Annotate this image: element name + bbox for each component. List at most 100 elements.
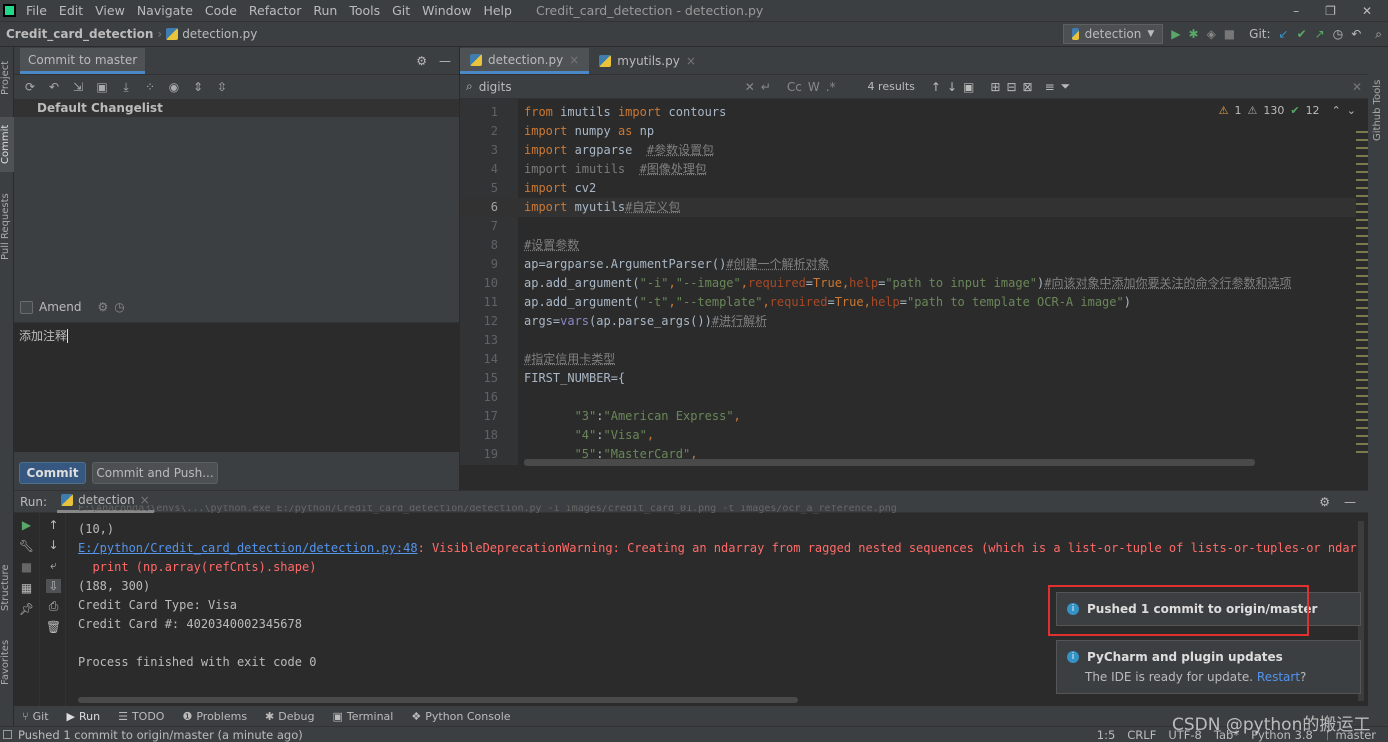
close-tab-icon[interactable]: × (686, 54, 696, 68)
menu-view[interactable]: View (89, 3, 131, 18)
whole-words-toggle[interactable]: W (808, 80, 820, 94)
amend-checkbox[interactable] (20, 300, 33, 314)
debug-icon[interactable]: ✱ (1189, 27, 1199, 41)
structure-tab[interactable]: Structure (0, 557, 14, 619)
chevron-down-icon[interactable]: ⌄ (1347, 104, 1356, 117)
changelist-header[interactable]: Default Changelist (14, 99, 459, 117)
git-push-icon[interactable]: ↗ (1315, 27, 1325, 41)
breadcrumb-project[interactable]: Credit_card_detection (6, 27, 153, 41)
history-icon[interactable]: ◷ (1333, 27, 1343, 41)
breadcrumb-file[interactable]: detection.py (182, 27, 257, 41)
chevron-up-icon[interactable]: ⌃ (1332, 104, 1341, 117)
notification-updates[interactable]: i PyCharm and plugin updates The IDE is … (1056, 640, 1361, 694)
remove-selection-icon[interactable]: ⊟ (1006, 80, 1016, 94)
toolwindow-todo[interactable]: ☰ TODO (118, 710, 164, 723)
code-line[interactable]: ap.add_argument("-i","--image",required=… (524, 274, 1292, 293)
add-selection-icon[interactable]: ⊞ (990, 80, 1000, 94)
toolwindow-terminal[interactable]: ▣ Terminal (332, 710, 393, 723)
tab-detection-py[interactable]: detection.py × (460, 48, 590, 74)
commit-to-master-tab[interactable]: Commit to master (20, 48, 146, 74)
search-input[interactable]: digits (479, 80, 739, 94)
coverage-icon[interactable]: ◈ (1207, 27, 1216, 41)
collapse-all-icon[interactable]: ⇳ (212, 80, 232, 94)
menu-edit[interactable]: Edit (53, 3, 89, 18)
group-by-icon[interactable]: ⁘ (140, 80, 160, 94)
code-line[interactable]: ap=argparse.ArgumentParser()#创建一个解析对象 (524, 255, 830, 274)
next-occurrence-icon[interactable]: ↓ (947, 80, 957, 94)
code-line[interactable]: import argparse #参数设置包 (524, 141, 714, 160)
commit-message-input[interactable]: 添加注释 (14, 322, 459, 452)
filter-icon[interactable]: ⏷ (1061, 79, 1071, 94)
toolwindow-python-console[interactable]: ❖ Python Console (411, 710, 510, 723)
shelve-icon[interactable]: ⤓ (116, 80, 136, 95)
menu-tools[interactable]: Tools (343, 3, 386, 18)
gear-icon[interactable]: ⚙ (416, 54, 427, 68)
menu-run[interactable]: Run (307, 3, 343, 18)
select-all-icon[interactable]: ▣ (963, 80, 974, 94)
code-line[interactable]: from imutils import contours (524, 103, 726, 122)
code-line[interactable]: FIRST_NUMBER={ (524, 369, 625, 388)
menu-git[interactable]: Git (386, 3, 416, 18)
menu-file[interactable]: File (20, 3, 53, 18)
select-all-occurrences-icon[interactable]: ⊠ (1023, 80, 1033, 94)
source-link[interactable]: E:/python/Credit_card_detection/detectio… (78, 541, 418, 555)
inspection-widget[interactable]: ⚠ 1 ⚠ 130 ✔ 12 ⌃ ⌄ (1219, 104, 1356, 117)
menu-window[interactable]: Window (416, 3, 477, 18)
code-line[interactable]: #设置参数 (524, 236, 579, 255)
restore-icon[interactable]: ❐ (1325, 4, 1336, 18)
code-line[interactable]: import myutils#自定义包 (524, 198, 680, 217)
git-commit-icon[interactable]: ✔ (1297, 27, 1307, 41)
toolwindow-git[interactable]: ⑂ Git (22, 710, 49, 723)
menu-help[interactable]: Help (477, 3, 518, 18)
close-icon[interactable]: ✕ (1362, 4, 1372, 18)
menu-code[interactable]: Code (199, 3, 243, 18)
search-everywhere-icon[interactable]: ⌕ (1375, 27, 1382, 42)
rollback-icon[interactable]: ↶ (1351, 27, 1361, 41)
run-icon[interactable]: ▶ (1171, 27, 1180, 41)
previous-occurrence-icon[interactable]: ↑ (931, 80, 941, 94)
tab-myutils-py[interactable]: myutils.py × (589, 48, 706, 74)
menu-navigate[interactable]: Navigate (131, 3, 199, 18)
toolwindow-debug[interactable]: ✱ Debug (265, 710, 314, 723)
gear-icon[interactable]: ⚙ (98, 300, 109, 314)
error-stripe[interactable] (1356, 125, 1368, 455)
caret-position[interactable]: 1:5 (1097, 728, 1116, 742)
minimize-icon[interactable]: – (1293, 4, 1299, 18)
commit-and-push-button[interactable]: Commit and Push... (92, 462, 218, 484)
update-icon[interactable]: ⇲ (68, 80, 88, 94)
new-line-icon[interactable]: ↵ (761, 80, 771, 94)
filter-options-icon[interactable]: ≡ (1045, 80, 1055, 94)
close-tab-icon[interactable]: × (569, 53, 579, 67)
git-update-icon[interactable]: ↙ (1279, 27, 1289, 41)
status-message[interactable]: Pushed 1 commit to origin/master (a minu… (18, 728, 303, 742)
hide-icon[interactable]: — (1344, 495, 1356, 509)
code-area[interactable]: 1 from imutils import contours 2 import num… (460, 99, 1356, 465)
project-tab[interactable]: Project (0, 53, 14, 103)
github-tools-tab[interactable]: Github Tools (1372, 75, 1386, 145)
line-separator[interactable]: CRLF (1127, 728, 1156, 742)
hide-icon[interactable]: — (439, 54, 451, 68)
console-horizontal-scrollbar[interactable] (78, 697, 798, 703)
match-case-toggle[interactable]: Cc (787, 80, 802, 94)
toolwindow-problems[interactable]: ❶ Problems (182, 710, 247, 723)
horizontal-scrollbar[interactable] (524, 459, 1255, 466)
gear-icon[interactable]: ⚙ (1319, 495, 1330, 509)
status-icon[interactable] (3, 730, 12, 739)
toolwindow-run[interactable]: ▶ Run (67, 710, 101, 723)
diff-icon[interactable]: ▣ (92, 80, 112, 94)
menu-refactor[interactable]: Refactor (243, 3, 307, 18)
stop-icon[interactable]: ■ (1224, 27, 1235, 41)
commit-tab[interactable]: Commit (0, 117, 14, 172)
favorites-tab[interactable]: Favorites (0, 635, 14, 690)
restart-link[interactable]: Restart (1257, 670, 1300, 684)
code-line[interactable]: import numpy as np (524, 122, 654, 141)
history-icon[interactable]: ◷ (114, 300, 124, 314)
code-line[interactable]: #指定信用卡类型 (524, 350, 615, 369)
close-search-icon[interactable]: ✕ (1352, 80, 1362, 94)
code-line[interactable]: import cv2 (524, 179, 596, 198)
rollback-icon[interactable]: ↶ (44, 80, 64, 94)
refresh-icon[interactable]: ⟳ (20, 80, 40, 94)
preview-icon[interactable]: ◉ (164, 80, 184, 94)
code-line[interactable]: "4":"Visa", (524, 426, 655, 445)
clear-search-icon[interactable]: ✕ (745, 80, 755, 94)
